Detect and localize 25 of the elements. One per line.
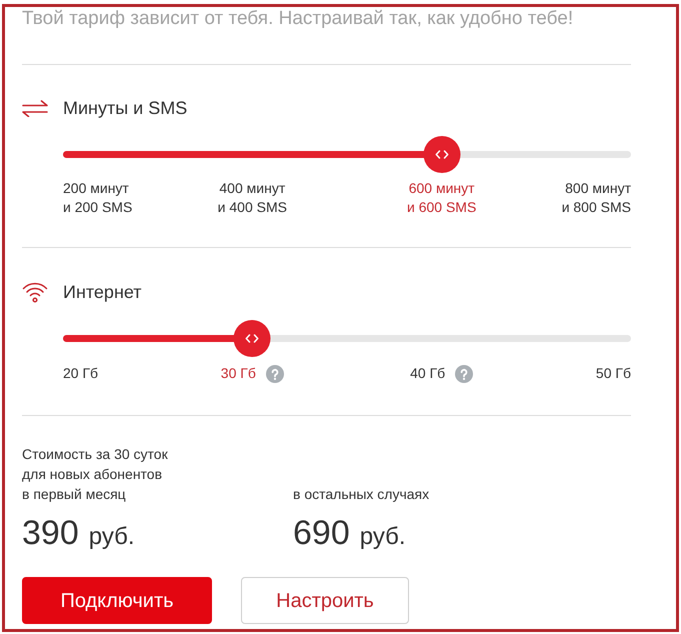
tick-label[interactable]: 800 минут и 800 SMS: [562, 179, 631, 217]
tick-label[interactable]: 200 минут и 200 SMS: [63, 179, 132, 217]
wifi-icon: [22, 281, 48, 303]
section-title: Минуты и SMS: [63, 97, 188, 120]
section-title: Интернет: [63, 281, 142, 304]
tick-label[interactable]: 600 минут и 600 SMS: [407, 179, 476, 217]
price-value: 690: [293, 513, 350, 553]
price-value: 390: [22, 513, 79, 553]
slider-track[interactable]: [63, 320, 631, 357]
price-currency: руб.: [88, 522, 134, 552]
slider-track[interactable]: [63, 136, 631, 173]
connect-button[interactable]: Подключить: [22, 577, 212, 624]
price-caption: в остальных случаях: [293, 485, 430, 504]
swap-arrows-icon: [22, 100, 48, 116]
tick-label[interactable]: 30 Гб: [220, 364, 256, 383]
slider-thumb[interactable]: [423, 136, 460, 173]
intro-text: Твой тариф зависит от тебя. Настраивай так, как удобно тебе!: [22, 7, 574, 31]
tick-label[interactable]: 50 Гб: [596, 364, 631, 383]
price-currency: руб.: [360, 522, 406, 552]
price-caption: Стоимость за 30 суток для новых абонентов в первый месяц: [22, 445, 168, 504]
customize-button[interactable]: Настроить: [241, 577, 409, 624]
tick-label[interactable]: 20 Гб: [63, 364, 98, 383]
tick-label[interactable]: 400 минут и 400 SMS: [218, 179, 287, 217]
tick-label[interactable]: 40 Гб: [410, 364, 446, 383]
slider-thumb[interactable]: [234, 320, 271, 357]
